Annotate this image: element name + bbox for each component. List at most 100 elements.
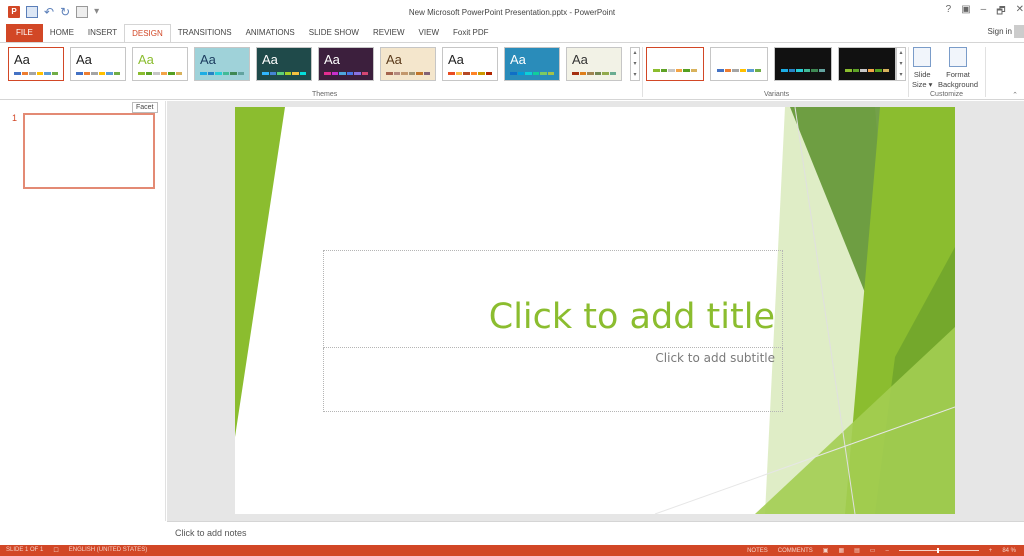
theme-preview-text: Aa [14, 52, 30, 67]
slide-size-label: Slide [913, 70, 931, 79]
theme-preview-text: Aa [324, 52, 340, 67]
theme-thumbnail[interactable]: Aa [380, 47, 436, 81]
theme-tooltip: Facet [132, 102, 158, 113]
window-controls: ? ▣ – 🗗 ✕ [946, 4, 1024, 21]
theme-preview-text: Aa [76, 52, 92, 67]
theme-color-strip [324, 72, 368, 75]
spelling-icon[interactable]: ☐ [53, 547, 58, 554]
title-bar: P ↶ ↻ ▾ New Microsoft PowerPoint Present… [0, 0, 1024, 24]
notes-toggle-button[interactable]: NOTES [747, 548, 768, 554]
zoom-in-icon[interactable]: + [989, 548, 993, 554]
theme-preview-text: Aa [138, 52, 154, 67]
close-icon[interactable]: ✕ [1016, 4, 1024, 21]
slide-subtitle-placeholder[interactable]: Click to add subtitle [655, 351, 775, 365]
minimize-icon[interactable]: – [981, 4, 987, 21]
variant-thumbnail[interactable] [774, 47, 832, 81]
tab-view[interactable]: VIEW [412, 24, 446, 42]
theme-thumbnail[interactable]: Aa [318, 47, 374, 81]
normal-view-icon[interactable]: ▣ [823, 547, 829, 554]
left-sliver-shape [235, 107, 285, 437]
variant-color-strip [845, 69, 889, 72]
theme-color-strip [200, 72, 244, 75]
variants-group-label: Variants [764, 91, 790, 98]
themes-gallery-scroll[interactable]: ▴ ▾ ▾ [630, 47, 640, 81]
themes-gallery: Aa Aa Aa Aa Aa Aa Aa Aa Aa Aa [8, 47, 622, 81]
variant-thumbnail[interactable] [646, 47, 704, 81]
themes-group-label: Themes [312, 91, 338, 98]
group-separator [642, 47, 643, 97]
zoom-slider-thumb[interactable] [936, 548, 939, 553]
theme-preview-text: Aa [572, 52, 588, 67]
restore-icon[interactable]: 🗗 [996, 4, 1005, 21]
theme-preview-text: Aa [386, 52, 402, 67]
theme-preview-text: Aa [262, 52, 278, 67]
variant-color-strip [717, 69, 761, 72]
avatar[interactable] [1014, 25, 1024, 38]
format-background-label-2: Background [938, 80, 979, 89]
variants-gallery-scroll[interactable]: ▴ ▾ ▾ [896, 47, 906, 81]
slide-size-icon [913, 47, 932, 67]
theme-thumbnail[interactable]: Aa [256, 47, 312, 81]
variant-thumbnail[interactable] [710, 47, 768, 81]
window-title: New Microsoft PowerPoint Presentation.pp… [408, 8, 616, 17]
slide-editing-area: Click to add title Click to add subtitle [167, 101, 1024, 521]
slideshow-view-icon[interactable]: ▭ [870, 547, 876, 554]
theme-thumbnail[interactable]: Aa [70, 47, 126, 81]
theme-color-strip [386, 72, 430, 75]
sign-in-link[interactable]: Sign in [988, 27, 1012, 36]
group-separator [908, 47, 909, 97]
theme-thumbnail[interactable]: Aa [194, 47, 250, 81]
group-separator [985, 47, 986, 97]
thumbnail-number: 1 [12, 113, 18, 123]
theme-thumbnail[interactable]: Aa [8, 47, 64, 81]
format-background-icon [949, 47, 968, 67]
theme-color-strip [572, 72, 616, 75]
theme-thumbnail[interactable]: Aa [566, 47, 622, 81]
theme-color-strip [76, 72, 120, 75]
theme-preview-text: Aa [200, 52, 216, 67]
tab-design[interactable]: DESIGN [124, 23, 171, 43]
ribbon-display-options-icon[interactable]: ▣ [961, 4, 970, 21]
slide-thumbnail[interactable] [23, 113, 155, 189]
variants-gallery [646, 47, 896, 81]
theme-thumbnail[interactable]: Aa [504, 47, 560, 81]
tab-transitions[interactable]: TRANSITIONS [171, 24, 239, 42]
collapse-ribbon-icon[interactable]: ⌃ [1012, 91, 1018, 99]
theme-color-strip [448, 72, 492, 75]
notes-placeholder[interactable]: Click to add notes [175, 528, 247, 538]
comments-toggle-button[interactable]: COMMENTS [778, 548, 813, 554]
slide-thumbnail-pane: 1 [0, 101, 166, 521]
theme-color-strip [14, 72, 58, 75]
language-status[interactable]: ENGLISH (UNITED STATES) [69, 547, 147, 554]
zoom-level[interactable]: 84 % [1002, 548, 1016, 554]
reading-view-icon[interactable]: ▤ [854, 547, 860, 554]
tab-slide-show[interactable]: SLIDE SHOW [302, 24, 366, 42]
slide-title-placeholder[interactable]: Click to add title [489, 297, 775, 337]
tab-animations[interactable]: ANIMATIONS [239, 24, 302, 42]
tab-insert[interactable]: INSERT [81, 24, 124, 42]
zoom-slider[interactable] [898, 548, 979, 553]
status-bar: SLIDE 1 OF 1 ☐ ENGLISH (UNITED STATES) N… [0, 545, 1024, 556]
format-background-label: Format [946, 70, 970, 79]
variant-thumbnail[interactable] [838, 47, 896, 81]
tab-review[interactable]: REVIEW [366, 24, 412, 42]
tab-home[interactable]: HOME [43, 24, 81, 42]
theme-thumbnail[interactable]: Aa [132, 47, 188, 81]
tab-foxit-pdf[interactable]: Foxit PDF [446, 24, 496, 42]
slide-sorter-icon[interactable]: ▦ [838, 547, 844, 554]
variant-color-strip [781, 69, 825, 72]
theme-color-strip [510, 72, 554, 75]
slide-size-button[interactable]: Slide Size ▾ [912, 47, 932, 90]
tab-file[interactable]: FILE [6, 24, 43, 42]
help-icon[interactable]: ? [946, 4, 952, 21]
zoom-out-icon[interactable]: – [885, 548, 888, 554]
theme-color-strip [138, 72, 182, 75]
theme-thumbnail[interactable]: Aa [442, 47, 498, 81]
ribbon-design: Aa Aa Aa Aa Aa Aa Aa Aa Aa Aa ▴ ▾ ▾ Themes ▴ ▾ ▾ Vari… [0, 42, 1024, 100]
notes-pane[interactable]: Click to add notes [167, 521, 1024, 545]
theme-color-strip [262, 72, 306, 75]
format-background-button[interactable]: Format Background [938, 47, 978, 90]
theme-preview-text: Aa [510, 52, 526, 67]
slide-canvas[interactable]: Click to add title Click to add subtitle [235, 107, 955, 514]
slide-count-status: SLIDE 1 OF 1 [6, 547, 44, 553]
